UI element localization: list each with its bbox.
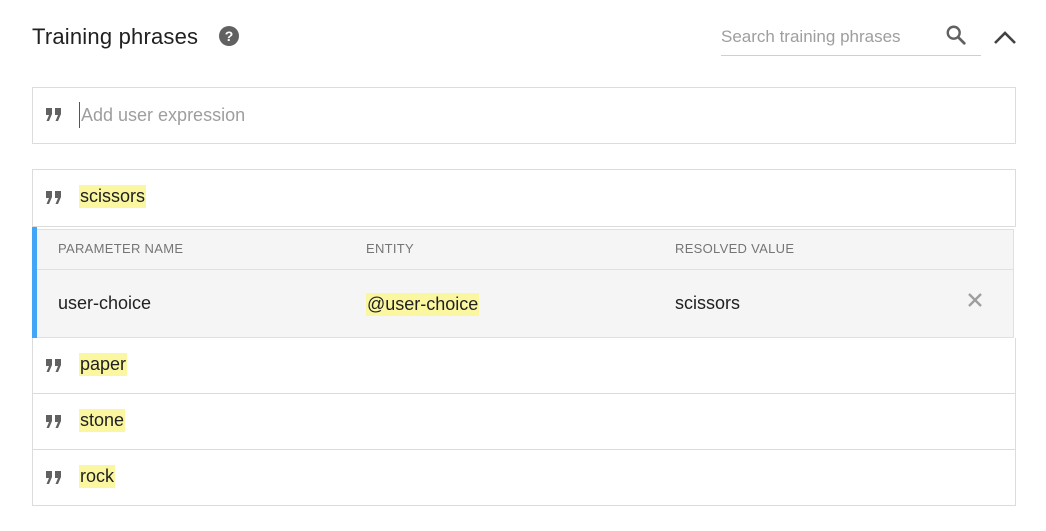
phrase-row-selected[interactable]: scissors <box>32 169 1016 227</box>
resolved-value[interactable]: scissors <box>675 293 740 314</box>
close-icon[interactable] <box>967 292 983 308</box>
add-user-expression-row[interactable] <box>32 87 1016 144</box>
help-icon[interactable]: ? <box>219 26 239 46</box>
parameter-name-value[interactable]: user-choice <box>58 293 151 314</box>
phrase-row[interactable]: rock <box>32 450 1016 506</box>
column-header-parameter-name: PARAMETER NAME <box>58 241 184 256</box>
entity-value[interactable]: @user-choice <box>366 293 480 316</box>
search-input[interactable] <box>721 24 931 50</box>
phrase-text[interactable]: paper <box>79 353 128 376</box>
search-icon[interactable] <box>945 24 967 46</box>
quote-icon <box>46 108 61 121</box>
phrase-text[interactable]: stone <box>79 409 126 432</box>
phrase-row[interactable]: paper <box>32 338 1016 394</box>
column-header-resolved-value: RESOLVED VALUE <box>675 241 795 256</box>
phrase-text[interactable]: scissors <box>79 185 147 208</box>
phrase-row[interactable]: stone <box>32 394 1016 450</box>
phrase-text[interactable]: rock <box>79 465 116 488</box>
training-phrases-header: Training phrases ? <box>32 22 1018 56</box>
quote-icon <box>46 471 61 484</box>
add-user-expression-input[interactable] <box>79 102 981 128</box>
quote-icon <box>46 415 61 428</box>
parameter-table-header: PARAMETER NAME ENTITY RESOLVED VALUE <box>37 230 1013 270</box>
quote-icon <box>46 191 61 204</box>
search-field <box>721 22 981 56</box>
chevron-up-icon[interactable] <box>992 28 1018 48</box>
parameter-table: PARAMETER NAME ENTITY RESOLVED VALUE use… <box>37 229 1014 338</box>
quote-icon <box>46 359 61 372</box>
column-header-entity: ENTITY <box>366 241 415 256</box>
section-title: Training phrases <box>32 24 199 49</box>
